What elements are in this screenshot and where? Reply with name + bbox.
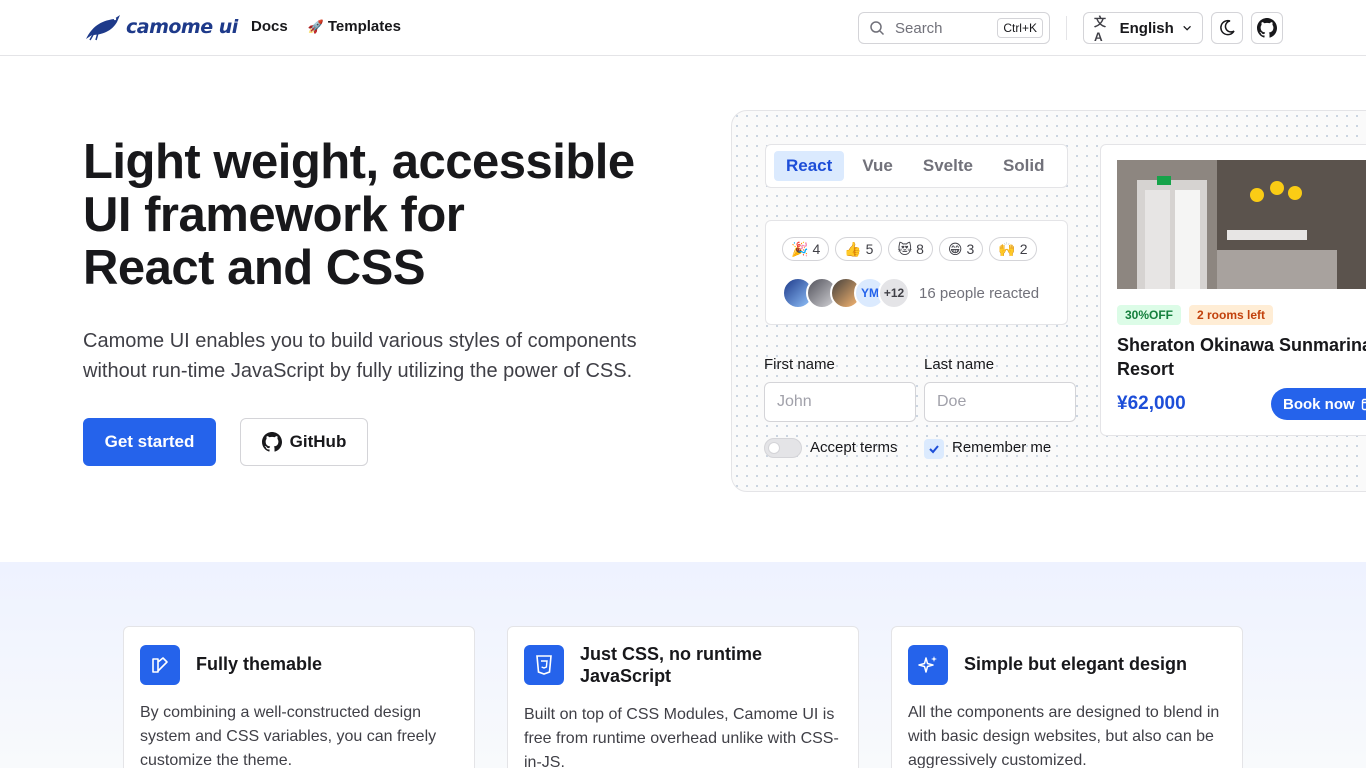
hotel-photo (1117, 160, 1366, 289)
feature-description: By combining a well-constructed design s… (140, 704, 437, 768)
hero-title-line: Light weight, accessible (83, 135, 635, 189)
tab-vue[interactable]: Vue (850, 151, 905, 181)
logo-text: camome ui (126, 16, 238, 38)
nav-docs-label: Docs (251, 18, 288, 35)
reaction-chip[interactable]: 🎉 4 (782, 237, 830, 261)
feature-title: Just CSS, no runtime JavaScript (580, 644, 763, 686)
tab-react[interactable]: React (774, 151, 845, 181)
avatar-group: YM +12 (782, 277, 910, 309)
header-divider (1066, 16, 1067, 40)
palette-icon (140, 645, 180, 685)
feature-title: Simple but elegant design (964, 654, 1188, 674)
search-icon (870, 21, 885, 36)
tab-svelte[interactable]: Svelte (911, 151, 985, 181)
hotel-name-line: Resort (1117, 359, 1175, 379)
feature-card-design: Simple but elegant design All the compon… (891, 626, 1243, 768)
sparkles-icon (908, 645, 948, 685)
nav-templates[interactable]: 🚀 Templates (308, 18, 401, 35)
github-button-label: GitHub (289, 432, 347, 451)
rocket-icon: 🚀 (307, 18, 324, 34)
hero-title-line: React and CSS (83, 241, 426, 295)
tab-solid[interactable]: Solid (991, 151, 1057, 181)
reaction-count: 3 (966, 241, 975, 257)
search-placeholder: Search (895, 19, 943, 37)
reaction-count: 5 (865, 241, 874, 257)
main-nav: Docs 🚀 Templates (251, 18, 401, 35)
hotel-price: ¥62,000 (1117, 393, 1186, 414)
reacted-count-text: 16 people reacted (919, 285, 1040, 302)
thumbs-up-icon: 👍 (844, 240, 862, 257)
reaction-count: 2 (1019, 241, 1028, 257)
css3-icon (524, 645, 564, 685)
last-name-label: Last name (924, 356, 995, 373)
hero-subtitle: Camome UI enables you to build various s… (83, 330, 637, 382)
hotel-lobby-image (1117, 160, 1366, 289)
hotel-name: Sheraton Okinawa Sunmarina Resort (1117, 333, 1366, 381)
translate-icon: 文A (1094, 14, 1107, 44)
theme-toggle-button[interactable] (1211, 12, 1243, 44)
reaction-chips: 🎉 4 👍 5 😻 8 😁 3 🙌 2 (782, 237, 1037, 261)
checkmark-icon (929, 445, 939, 454)
reaction-chip[interactable]: 😻 8 (888, 237, 933, 261)
github-button[interactable]: GitHub (240, 418, 368, 466)
avatar-more: +12 (878, 277, 910, 309)
hero-title-line: UI framework for (83, 188, 465, 242)
hotel-name-line: Sheraton Okinawa Sunmarina (1117, 335, 1366, 355)
language-select[interactable]: 文A English (1083, 12, 1203, 44)
feature-card-themable: Fully themable By combining a well-const… (123, 626, 475, 768)
accept-terms-switch[interactable] (764, 438, 802, 458)
party-icon: 🎉 (791, 240, 809, 257)
book-now-button[interactable]: Book now (1271, 388, 1366, 420)
rooms-left-badge: 2 rooms left (1189, 305, 1274, 325)
language-label: English (1119, 19, 1174, 37)
search-shortcut: Ctrl+K (997, 18, 1043, 38)
book-now-label: Book now (1283, 395, 1355, 413)
chevron-down-icon (1183, 25, 1191, 31)
hero-title: Light weight, accessible UI framework fo… (83, 136, 703, 295)
remember-me-checkbox[interactable] (924, 439, 944, 459)
reaction-chip[interactable]: 🙌 2 (989, 237, 1037, 261)
nav-templates-label: Templates (327, 18, 401, 35)
bird-logo-icon (86, 15, 120, 41)
reaction-count: 8 (916, 241, 924, 257)
hotel-card: 30%OFF 2 rooms left Sheraton Okinawa Sun… (1100, 144, 1366, 436)
top-header: camome ui Docs 🚀 Templates Search Ctrl+K … (0, 0, 1366, 56)
grin-icon: 😁 (947, 240, 963, 257)
heart-eyes-cat-icon: 😻 (897, 240, 913, 257)
framework-tabs: React Vue Svelte Solid (765, 144, 1068, 188)
calendar-icon (1361, 398, 1366, 411)
reaction-count: 4 (812, 241, 821, 257)
discount-badge: 30%OFF (1117, 305, 1182, 325)
moon-icon (1220, 19, 1235, 36)
first-name-field[interactable]: John (764, 382, 916, 422)
reaction-chip[interactable]: 👍 5 (835, 237, 883, 261)
first-name-label: First name (764, 356, 835, 373)
github-link-button[interactable] (1251, 12, 1283, 44)
github-icon (1257, 18, 1277, 38)
switch-knob (768, 442, 780, 454)
last-name-field[interactable]: Doe (924, 382, 1076, 422)
nav-docs[interactable]: Docs (251, 18, 288, 35)
logo[interactable]: camome ui (84, 13, 238, 41)
feature-title: Fully themable (196, 654, 323, 674)
reaction-chip[interactable]: 😁 3 (938, 237, 984, 261)
raised-hands-icon: 🙌 (998, 240, 1016, 257)
feature-card-css: Just CSS, no runtime JavaScript Built on… (507, 626, 859, 768)
get-started-button[interactable]: Get started (83, 418, 216, 466)
search-input[interactable]: Search Ctrl+K (858, 12, 1050, 44)
reactions-card: 🎉 4 👍 5 😻 8 😁 3 🙌 2 YM +12 16 people reacted (765, 220, 1068, 325)
accept-terms-label: Accept terms (810, 439, 898, 456)
github-icon (261, 432, 282, 452)
feature-description: Built on top of CSS Modules, Camome UI i… (524, 706, 839, 768)
remember-me-label: Remember me (952, 439, 1052, 456)
feature-description: All the components are designed to blend… (908, 704, 1220, 768)
